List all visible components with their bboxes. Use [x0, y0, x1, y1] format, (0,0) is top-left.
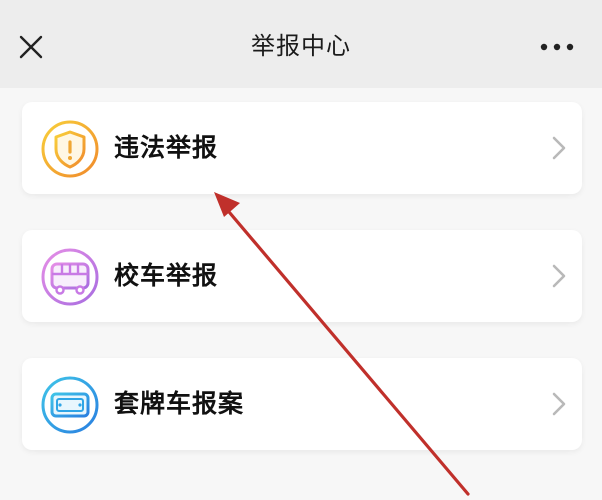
menu-item-school-bus-report[interactable]: 校车举报 [22, 230, 582, 322]
menu-item-label: 校车举报 [114, 261, 219, 290]
license-plate-icon [41, 376, 99, 434]
content-area: 违法举报 校车举报 套牌车报案 [0, 88, 602, 500]
menu-item-label: 违法举报 [114, 133, 219, 162]
chevron-right-icon [552, 136, 566, 160]
menu-item-fake-plate-report[interactable]: 套牌车报案 [22, 358, 582, 450]
top-navigation-bar: 举报中心 [0, 0, 602, 88]
menu-item-violation-report[interactable]: 违法举报 [22, 102, 582, 194]
more-dots-icon [540, 43, 574, 51]
more-options-button[interactable] [534, 30, 580, 64]
page-title: 举报中心 [251, 32, 351, 60]
menu-item-label: 套牌车报案 [114, 389, 245, 418]
chevron-right-icon [552, 392, 566, 416]
chevron-right-icon [552, 264, 566, 288]
bus-icon [41, 248, 99, 306]
shield-alert-icon [41, 120, 99, 178]
